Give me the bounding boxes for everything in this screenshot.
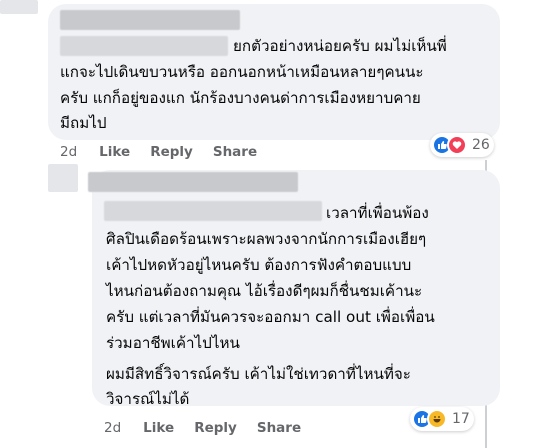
haha-icon [427,409,447,429]
comment-text-line: วิจารณ์ไม่ได้ [106,390,190,408]
share-button[interactable]: Share [257,420,301,436]
love-icon [447,135,467,155]
redacted-author-name [60,10,240,30]
comment-text-line: ศิลปินเดือดร้อนเพราะผลพวงจากนักการเมืองเ… [106,230,427,248]
reply-button[interactable]: Reply [194,420,237,436]
reply-button[interactable]: Reply [150,144,193,160]
redacted-mention [104,201,322,221]
avatar[interactable] [0,0,38,14]
comment-text-line: ผมมีสิทธิ์วิจารณ์ครับ เค้าไม่ใช่เทวดาที่… [106,365,411,383]
like-button[interactable]: Like [99,144,130,160]
comment-text-line: ครับ แกก็อยู่ของแก นักร้องบางคนด่าการเมื… [60,89,421,107]
redacted-author-name [88,172,298,192]
comment-timestamp[interactable]: 2d [104,420,121,436]
comment-text-line: แกจะไปเดินขบวนหรือ ออกนอกหน้าเหมือนหลายๆ… [60,63,424,81]
comment-timestamp[interactable]: 2d [60,144,77,160]
avatar[interactable] [48,164,78,192]
comment-text-line: เค้าไปหดหัวอยู่ไหนครับ ต้องการฟังคำตอบแบ… [106,256,412,274]
comment-text-line: มีถมไป [60,114,107,132]
like-button[interactable]: Like [143,420,174,436]
comment-text-line: ร่วมอาชีพเค้าไปไหน [106,334,240,352]
reaction-count: 26 [472,137,490,153]
comment-text-line: ครับ แต่เวลาที่มันควรจะออกมา call out เพ… [106,308,435,326]
reaction-summary[interactable]: 17 [410,407,474,431]
comment-actions: 2d Like Reply Share [60,144,277,160]
redacted-mention [60,36,228,56]
reaction-summary[interactable]: 26 [430,133,494,157]
comment-text-line: ยกตัวอย่างหน่อยครับ ผมไม่เห็นพี่ [233,37,447,55]
comment-text-line: ไหนก่อนต้องถามคุณ ไอ้เรื่องดีๆผมก็ชื่นชม… [106,282,423,300]
comment-text-line: เวลาที่เพื่อนพ้อง [326,204,429,222]
reaction-count: 17 [452,411,470,427]
share-button[interactable]: Share [213,144,257,160]
comment-actions: 2d Like Reply Share [104,420,321,436]
